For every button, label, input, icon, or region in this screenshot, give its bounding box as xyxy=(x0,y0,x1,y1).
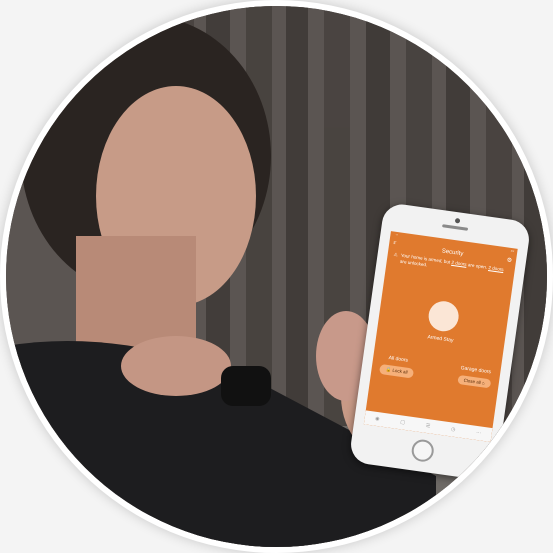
garage-doors-label: Garage doors xyxy=(460,365,492,376)
all-doors-group: All doors 🔒 Lock all xyxy=(378,354,416,379)
settings-icon[interactable]: ⚙ xyxy=(506,257,512,265)
circular-photo-frame: ••• ▭ ≡ Security ⚙ ⚠ Your home is armed,… xyxy=(0,0,553,553)
garage-doors-group: Garage doors Close all ⌂ xyxy=(457,365,493,389)
tab-video-icon[interactable]: ▢ xyxy=(400,419,406,426)
lock-all-label: Lock all xyxy=(392,367,408,375)
tab-more-icon[interactable]: ⋯ xyxy=(476,430,482,437)
lock-all-button[interactable]: 🔒 Lock all xyxy=(378,363,415,379)
close-all-label: Close all xyxy=(463,377,482,386)
all-doors-label: All doors xyxy=(388,355,409,364)
shield-icon xyxy=(389,232,407,250)
garage-icon: ⌂ xyxy=(481,380,486,386)
photo: ••• ▭ ≡ Security ⚙ ⚠ Your home is armed,… xyxy=(6,6,547,547)
app-title: Security xyxy=(441,247,464,257)
alert-text: are open. xyxy=(467,262,488,270)
unlocked-doors-link[interactable]: 2 doors xyxy=(488,265,504,272)
door-controls: All doors 🔒 Lock all Garage doors Close … xyxy=(371,353,501,391)
alert-icon: ⚠ xyxy=(393,251,399,258)
lock-icon: 🔒 xyxy=(385,366,392,373)
tab-automation-icon[interactable]: ◷ xyxy=(451,426,456,433)
open-doors-link[interactable]: 2 doors xyxy=(451,260,467,267)
close-all-button[interactable]: Close all ⌂ xyxy=(457,374,492,389)
phone-screen: ••• ▭ ≡ Security ⚙ ⚠ Your home is armed,… xyxy=(363,231,518,443)
tab-security-icon[interactable]: ◉ xyxy=(375,416,380,423)
armed-mode-button[interactable] xyxy=(389,232,461,334)
tab-activity-icon[interactable]: ☰ xyxy=(425,423,430,430)
